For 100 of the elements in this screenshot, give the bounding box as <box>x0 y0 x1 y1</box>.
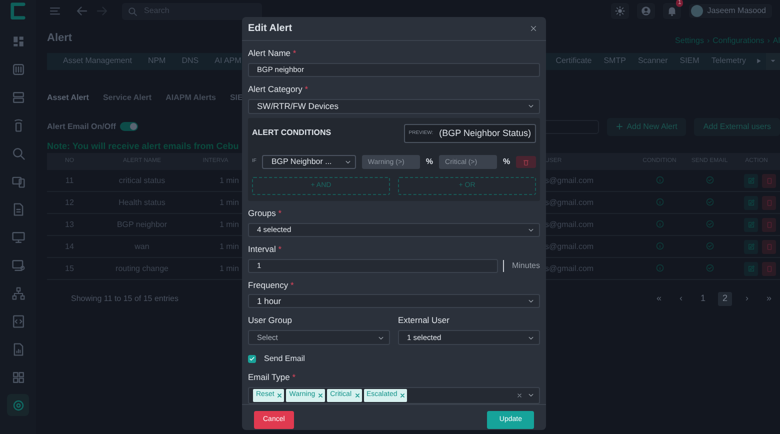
chevron-down-icon <box>528 392 534 398</box>
breadcrumb-separator: › <box>767 34 770 46</box>
trash-icon <box>766 221 772 228</box>
edit-button[interactable] <box>744 240 758 254</box>
field-label: Email Type * <box>248 371 297 384</box>
preview-text: (BGP Neighbor Status) <box>439 126 531 140</box>
metric-select[interactable]: BGP Neighbor ... <box>262 155 356 169</box>
edit-button[interactable] <box>744 218 758 232</box>
check-circle-icon <box>706 176 714 184</box>
frequency-select[interactable]: 1 hour <box>248 294 540 308</box>
dashboard-icon[interactable] <box>12 34 24 48</box>
category-select[interactable]: SW/RTR/FW Devices <box>248 98 540 114</box>
module-tab[interactable]: Scanner <box>632 55 674 67</box>
document-icon[interactable] <box>12 202 24 216</box>
edit-icon <box>748 177 754 184</box>
close-icon[interactable] <box>530 25 537 32</box>
remove-icon[interactable] <box>318 392 324 398</box>
field-label: External User <box>398 314 450 327</box>
network-icon[interactable] <box>12 286 24 300</box>
remove-icon[interactable] <box>354 392 360 398</box>
alert-tab[interactable]: AIAPM Alerts <box>166 92 216 104</box>
breadcrumb-separator: › <box>706 34 710 46</box>
code-file-icon[interactable] <box>12 314 24 328</box>
dialog-title: Edit Alert <box>248 22 292 36</box>
field-label: Alert Name * <box>248 47 298 60</box>
trash-icon <box>766 265 772 272</box>
module-tab[interactable]: Certificate <box>550 55 598 67</box>
page-button[interactable]: ‹ <box>674 292 688 306</box>
module-tab[interactable]: DNS <box>174 55 207 67</box>
apps-icon[interactable] <box>12 370 24 384</box>
alert-tab[interactable]: Asset Alert <box>47 92 89 104</box>
clear-icon[interactable] <box>517 392 522 398</box>
module-tab[interactable]: NPM <box>140 55 174 67</box>
avatar-icon <box>691 5 704 17</box>
edit-button[interactable] <box>744 262 758 276</box>
monitor-icon[interactable] <box>12 230 24 244</box>
back-arrow-icon[interactable] <box>76 5 88 17</box>
entries-info: Showing 11 to 15 of 15 entries <box>71 293 178 305</box>
field-label: User Group <box>248 314 293 327</box>
chart-file-icon[interactable] <box>12 342 24 356</box>
user-icon <box>641 6 652 16</box>
add-new-alert-button[interactable]: Add New Alert <box>606 118 686 136</box>
page-title: Alert <box>47 31 72 46</box>
database-icon[interactable] <box>12 90 24 104</box>
chevron-down-icon <box>528 334 534 340</box>
info-icon <box>656 198 664 206</box>
plus-icon <box>616 123 623 130</box>
remove-icon[interactable] <box>277 392 282 398</box>
scroll-right-icon[interactable] <box>756 57 762 65</box>
module-tab[interactable]: SMTP <box>598 55 632 67</box>
field-label: Groups * <box>248 207 283 220</box>
page-button[interactable]: 2 <box>718 292 732 306</box>
email-toggle[interactable] <box>120 122 138 131</box>
field-label: Interval * <box>248 242 283 256</box>
edit-icon <box>748 265 754 272</box>
edit-button[interactable] <box>744 196 758 210</box>
page-button[interactable]: › <box>740 292 754 306</box>
delete-button[interactable] <box>516 156 536 168</box>
edit-icon <box>748 199 754 206</box>
unit-label: % <box>426 156 434 168</box>
field-label: Frequency * <box>248 278 295 292</box>
chevron-down-icon <box>378 334 384 340</box>
menu-icon[interactable] <box>48 5 62 17</box>
monitor-gear-icon[interactable] <box>12 258 24 272</box>
dropdown-button[interactable] <box>766 52 780 70</box>
delete-button[interactable] <box>762 218 776 232</box>
theme-toggle-button[interactable] <box>611 3 630 19</box>
info-icon <box>656 220 664 228</box>
edit-icon <box>748 243 754 250</box>
delete-button[interactable] <box>762 262 776 276</box>
check-circle-icon <box>706 242 714 250</box>
module-tab[interactable]: Telemetry <box>705 55 752 67</box>
check-circle-icon <box>706 264 714 272</box>
page-button[interactable]: 1 <box>696 292 710 306</box>
alert-tab[interactable]: Service Alert <box>102 92 152 104</box>
module-tab[interactable]: SIEM <box>674 55 706 67</box>
alert-tab[interactable]: SIE <box>230 92 243 104</box>
send-email-checkbox[interactable] <box>248 355 256 363</box>
devices-icon[interactable] <box>12 174 24 188</box>
unit-label: Minutes <box>512 260 540 272</box>
info-icon <box>656 176 664 184</box>
trash-icon <box>766 177 772 184</box>
remove-icon[interactable] <box>400 392 406 398</box>
delete-button[interactable] <box>762 174 776 188</box>
page-button[interactable]: » <box>762 292 776 306</box>
info-icon <box>656 264 664 272</box>
check-circle-icon <box>706 198 714 206</box>
user-menu[interactable]: Jaseem Masood <box>689 4 772 18</box>
search-icon <box>128 6 137 16</box>
page-button[interactable]: « <box>652 292 666 306</box>
module-tab[interactable]: Asset Management <box>55 55 140 67</box>
add-external-users-button[interactable]: Add External users <box>694 118 780 136</box>
delete-button[interactable] <box>762 196 776 210</box>
trash-icon <box>523 158 530 166</box>
profile-button[interactable] <box>637 3 656 19</box>
trash-icon <box>766 199 772 206</box>
unit-label: % <box>503 156 510 168</box>
toggle-label: Alert Email On/Off <box>47 120 116 132</box>
delete-button[interactable] <box>762 240 776 254</box>
edit-button[interactable] <box>744 174 758 188</box>
